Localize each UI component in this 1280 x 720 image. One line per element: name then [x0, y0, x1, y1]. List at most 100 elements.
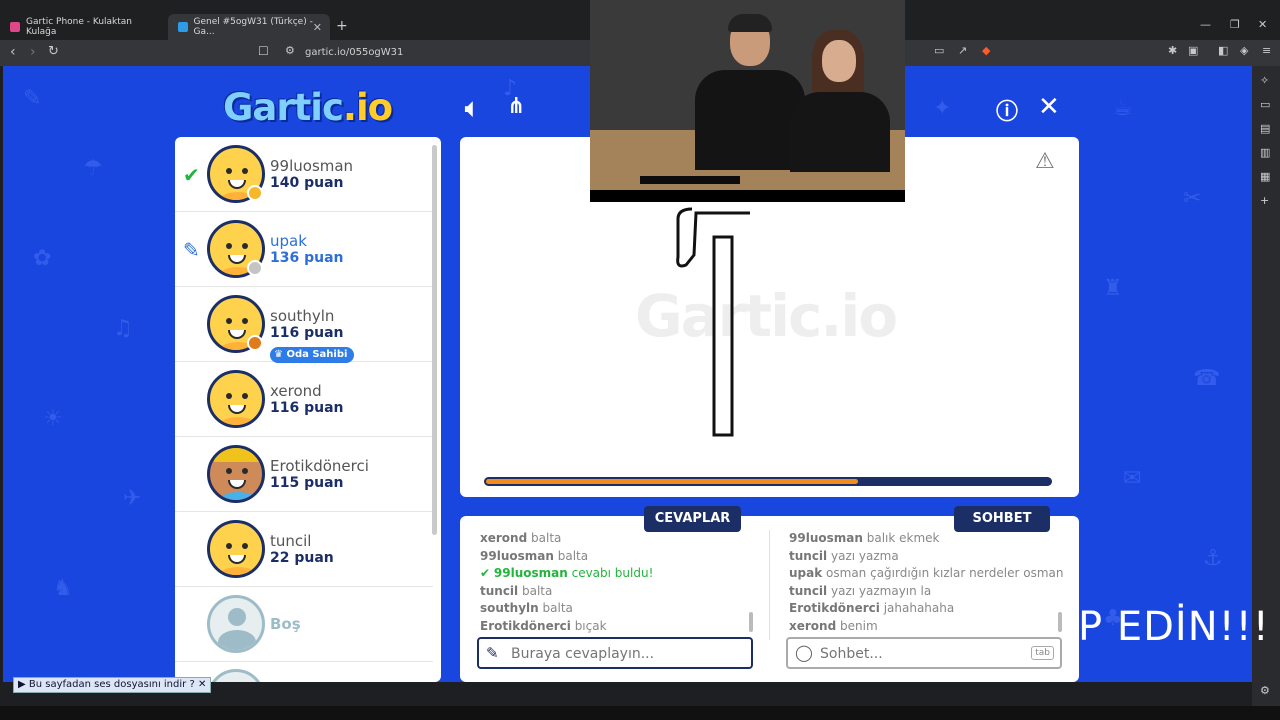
forward-icon[interactable]: › — [30, 44, 36, 60]
message-text: benim — [840, 618, 878, 633]
bookmark-icon[interactable]: ☐ — [258, 44, 269, 58]
audio-download-bar[interactable]: ▶ Bu sayfadan ses dosyasını indir ? ✕ — [13, 677, 212, 693]
taskbar-strip — [0, 706, 1280, 720]
message-user: tuncil — [789, 583, 828, 598]
download-bar-label: Bu sayfadan ses dosyasını indir — [28, 679, 187, 690]
sidebar-toggle-icon[interactable]: ◧ — [1218, 44, 1228, 57]
phone-favicon-icon — [10, 22, 20, 32]
pencil-icon: ✎ — [183, 238, 200, 262]
status-dot — [247, 260, 263, 276]
turn-progress-bar — [484, 477, 1052, 486]
player-name: upak — [270, 232, 307, 250]
report-warning-icon[interactable]: ⚠ — [1035, 149, 1055, 174]
vpn-icon[interactable]: ◈ — [1240, 44, 1248, 57]
player-name: Erotikdönerci — [270, 457, 369, 475]
site-settings-icon[interactable]: ⚙ — [285, 44, 295, 57]
message-item: xerond balta — [480, 531, 561, 545]
message-user: southyln — [480, 601, 539, 615]
pencil-icon: ✎ — [486, 644, 499, 662]
player-row[interactable]: Boş — [175, 587, 433, 662]
share-page-icon[interactable]: ↗ — [958, 44, 967, 57]
close-download-icon[interactable]: ✕ — [198, 679, 206, 690]
sidebar-settings-icon[interactable]: ⚙ — [1260, 684, 1270, 697]
url-field[interactable]: gartic.io/055ogW31 — [305, 47, 403, 58]
room-owner-badge: ♛ Oda Sahibi — [270, 347, 355, 363]
media-icon[interactable]: ▭ — [1260, 98, 1270, 111]
tab-title: Gartic Phone - Kulaktan Kulağa — [25, 17, 132, 37]
brave-shield-icon[interactable]: ◆ — [982, 44, 990, 57]
webcam-overlay — [590, 0, 905, 202]
empty-avatar — [207, 669, 265, 682]
cast-icon[interactable]: ▭ — [934, 44, 944, 57]
answers-tab[interactable]: CEVAPLAR — [644, 506, 741, 532]
new-tab-button[interactable]: + — [336, 18, 348, 34]
close-tab-icon[interactable]: ✕ — [313, 21, 322, 34]
tab-gartic-phone[interactable]: Gartic Phone - Kulaktan Kulağa — [0, 14, 165, 40]
bookmarks-icon[interactable]: ▥ — [1260, 146, 1270, 159]
player-row[interactable]: tuncil 22 puan — [175, 512, 433, 587]
gartic-favicon-icon — [178, 22, 188, 32]
player-row[interactable]: ✔ 99luosman 140 puan — [175, 137, 433, 212]
close-game-icon[interactable]: ✕ — [1038, 92, 1060, 122]
badge-label: Oda Sahibi — [286, 349, 348, 360]
back-icon[interactable]: ‹ — [10, 44, 16, 60]
message-text: balta — [522, 583, 553, 598]
avatar — [207, 370, 265, 428]
answers-scrollbar[interactable] — [749, 612, 753, 632]
sound-icon[interactable]: 🔈︎ — [465, 94, 479, 122]
message-text: yazı yazmayın la — [831, 583, 932, 598]
chat-tab[interactable]: SOHBET — [954, 506, 1050, 532]
share-icon[interactable]: ⋔ — [507, 94, 525, 119]
extensions-icon[interactable]: ✱ — [1168, 44, 1177, 57]
player-row[interactable]: xerond 116 puan — [175, 362, 433, 437]
video-overlay-text: P EDİN!!! — [1078, 604, 1270, 650]
answer-input[interactable] — [511, 645, 711, 663]
gartic-logo[interactable]: Gartic.io — [223, 86, 393, 129]
message-user: 99luosman — [480, 548, 554, 563]
message-user: tuncil — [789, 548, 828, 563]
message-text: cevabı buldu! — [571, 566, 654, 580]
tab-groups-icon[interactable]: ▣ — [1188, 44, 1198, 57]
restore-button[interactable]: ❐ — [1230, 18, 1240, 31]
player-name: Boş — [270, 615, 301, 633]
chat-scrollbar[interactable] — [1058, 612, 1062, 632]
message-item: xerond benim — [789, 619, 878, 633]
checkmark-icon: ✔ — [183, 163, 200, 187]
message-user: Erotikdönerci — [789, 601, 880, 615]
progress-fill — [486, 479, 859, 484]
message-item: Erotikdönerci jahahahaha — [789, 601, 954, 615]
player-row[interactable]: ✎ upak 136 puan — [175, 212, 433, 287]
player-name: tuncil — [270, 532, 312, 550]
chat-input[interactable] — [820, 645, 1020, 663]
close-window-button[interactable]: ✕ — [1258, 18, 1267, 31]
reload-icon[interactable]: ↻ — [48, 44, 59, 59]
chat-input-box[interactable]: ◯ tab — [786, 637, 1062, 669]
player-row[interactable]: southyln 116 puan ♛ Oda Sahibi — [175, 287, 433, 363]
chat-bubble-icon: ◯ — [795, 643, 813, 662]
message-item: Erotikdönerci bıçak — [480, 619, 607, 633]
players-scrollbar[interactable] — [432, 145, 437, 535]
message-user: 99luosman — [789, 531, 863, 545]
player-score: 116 puan — [270, 400, 344, 416]
help-icon[interactable]: ? — [189, 679, 194, 690]
player-score: 115 puan — [270, 475, 344, 491]
reading-list-icon[interactable]: ▦ — [1260, 170, 1270, 183]
player-row[interactable]: Erotikdönerci 115 puan — [175, 437, 433, 512]
leo-ai-icon[interactable]: ✧ — [1260, 74, 1269, 87]
player-score: 136 puan — [270, 250, 344, 266]
info-icon[interactable]: ⓘ — [996, 94, 1018, 126]
message-item: upak osman çağırdığın kızlar nerdeler os… — [789, 566, 1064, 580]
player-name: xerond — [270, 382, 322, 400]
wallet-icon[interactable]: ▤ — [1260, 122, 1270, 135]
add-panel-icon[interactable]: + — [1260, 194, 1269, 207]
player-score: 22 puan — [270, 550, 334, 566]
message-user: xerond — [789, 618, 837, 633]
tab-gartic-io[interactable]: Genel #5ogW31 (Türkçe) - Ga... ✕ — [168, 14, 330, 40]
answer-input-box[interactable]: ✎ — [477, 637, 753, 669]
menu-icon[interactable]: ≡ — [1262, 44, 1271, 57]
message-text: balta — [531, 531, 562, 545]
minimize-button[interactable]: — — [1200, 18, 1211, 31]
logo-text: Gartic — [223, 86, 344, 129]
check-icon: ✔ — [480, 566, 494, 580]
message-user: 99luosman — [493, 566, 568, 580]
